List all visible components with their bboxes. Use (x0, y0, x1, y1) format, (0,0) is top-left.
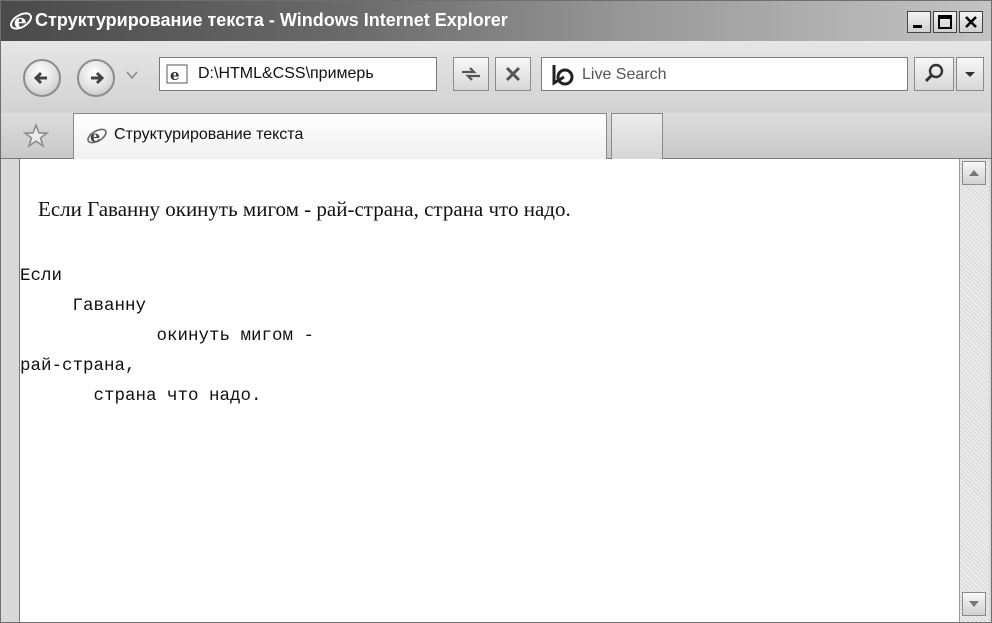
page-icon: e (166, 64, 188, 84)
search-options-button[interactable] (956, 57, 984, 91)
refresh-icon (462, 67, 480, 81)
window-title: Структурирование текста - Windows Intern… (35, 10, 508, 30)
bing-logo-icon (550, 63, 578, 87)
address-bar[interactable]: e D:\HTML&CSS\примерь (159, 57, 437, 91)
maximize-button[interactable] (933, 11, 957, 33)
close-button[interactable] (959, 11, 983, 33)
search-box[interactable]: Live Search (541, 57, 908, 91)
browser-window: e Структурирование текста - Windows Inte… (0, 0, 992, 623)
page-content: Если Гаванну окинуть мигом - рай-страна,… (19, 159, 959, 622)
search-button[interactable] (914, 57, 954, 91)
forward-icon (91, 71, 105, 85)
svg-text:e: e (14, 9, 27, 33)
scroll-up-button[interactable] (962, 161, 986, 185)
new-tab-button[interactable] (611, 113, 663, 159)
search-icon (924, 63, 944, 83)
svg-text:e: e (90, 127, 100, 146)
preformatted-text: Если Гаванну окинуть мигом - рай-страна,… (20, 266, 315, 406)
stop-icon (505, 66, 521, 82)
page-icon: e (86, 126, 108, 146)
forward-button[interactable] (77, 59, 115, 97)
tab-label: Структурирование текста (114, 126, 304, 143)
back-button[interactable] (23, 59, 61, 97)
scroll-down-icon (969, 601, 979, 607)
address-text[interactable]: D:\HTML&CSS\примерь (198, 65, 374, 83)
back-icon (33, 71, 47, 85)
vertical-scrollbar[interactable] (959, 159, 989, 622)
search-input[interactable]: Live Search (582, 66, 667, 84)
minimize-button[interactable] (907, 11, 931, 33)
history-dropdown-icon[interactable] (125, 67, 139, 81)
paragraph-text: Если Гаванну окинуть мигом - рай-страна,… (38, 197, 571, 221)
minimize-icon (913, 25, 922, 28)
scroll-down-button[interactable] (962, 592, 986, 616)
title-bar: e Структурирование текста - Windows Inte… (1, 1, 991, 41)
scroll-up-icon (969, 170, 979, 176)
favorites-star-icon[interactable] (22, 122, 50, 149)
svg-text:e: e (170, 66, 180, 84)
refresh-button[interactable] (453, 57, 489, 91)
tab-bar: e Структурирование текста (1, 113, 991, 159)
search-options-icon (965, 72, 975, 77)
maximize-icon (938, 15, 952, 29)
stop-button[interactable] (495, 57, 531, 91)
ie-logo-icon: e (9, 9, 33, 33)
tab-active[interactable]: e Структурирование текста (73, 113, 607, 159)
close-icon (965, 16, 977, 28)
